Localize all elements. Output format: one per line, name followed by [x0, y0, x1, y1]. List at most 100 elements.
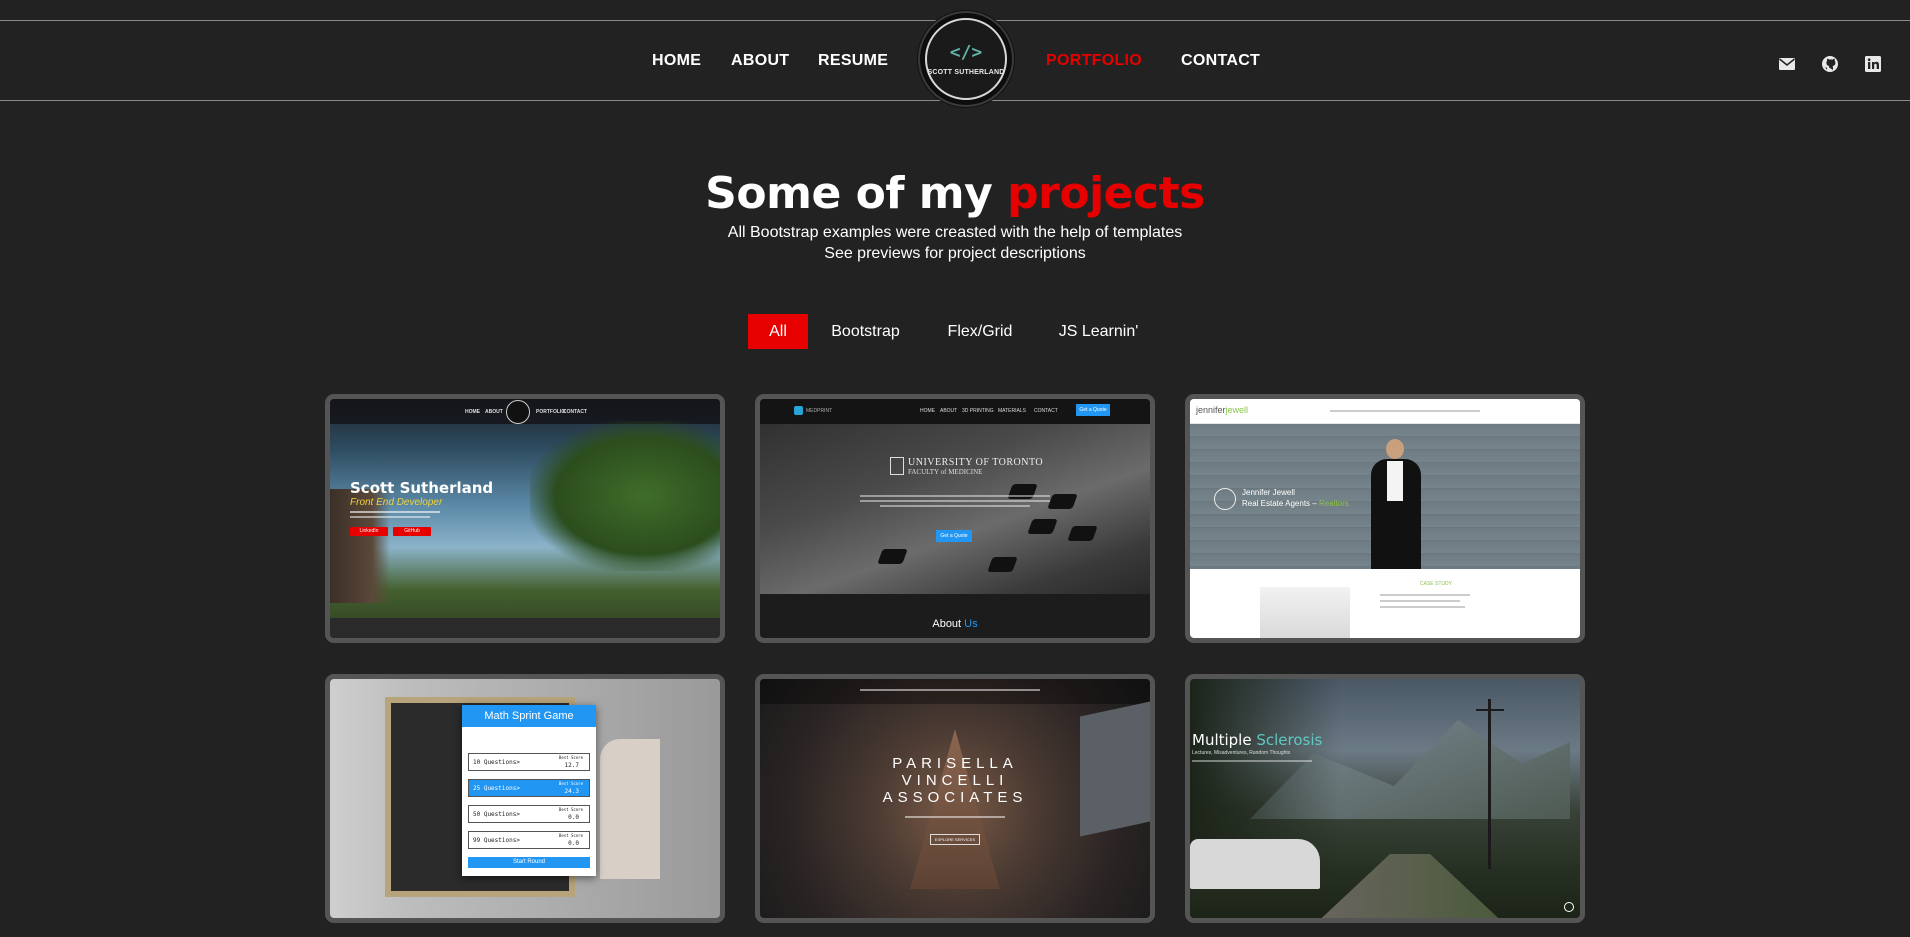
preview-nav-home: HOME [920, 408, 935, 414]
realtor-head-shape [1386, 439, 1404, 459]
keyboard-key-shape [1047, 494, 1078, 509]
title-prefix: Some of my [705, 168, 993, 219]
question-option: 25 Questions> Best Score 24.3 [468, 779, 590, 797]
start-round-button: Start Round [468, 857, 590, 868]
preview-text-line [880, 505, 1030, 507]
preview-navbar: jenniferjewell [1190, 399, 1580, 424]
preview-nav-about: ABOUT [940, 408, 958, 414]
power-pole-crossbar [1476, 709, 1504, 711]
preview-about-heading: About Us [760, 618, 1150, 630]
best-score-label: Best Score [558, 833, 583, 838]
title-accent: projects [1007, 168, 1205, 219]
keyboard-key-shape [1027, 519, 1058, 534]
nav-about[interactable]: ABOUT [731, 52, 789, 70]
best-score-value: 0.0 [568, 814, 579, 821]
pva-name-line-3: ASSOCIATES [882, 789, 1028, 806]
ms-subtitle: Lectures, Misadventures, Random Thoughts [1192, 750, 1291, 756]
pva-name: PARISELLA VINCELLI ASSOCIATES [760, 755, 1150, 806]
preview-brand: MEDPRINT [806, 408, 833, 414]
nav-portfolio[interactable]: PORTFOLIO [1046, 52, 1142, 70]
jj-monogram-icon [1214, 488, 1236, 510]
preview-nav-contact: CONTACT [1034, 408, 1058, 414]
preview-logo [506, 400, 530, 424]
pva-name-line-1: PARISELLA [892, 755, 1018, 772]
question-option: 10 Questions> Best Score 12.7 [468, 753, 590, 771]
linkedin-icon[interactable] [1864, 55, 1882, 73]
preview-nav-portfolio: PORTFOLIO [536, 409, 566, 415]
preview-github-button: GitHub [393, 527, 431, 536]
car-shape [1190, 839, 1320, 889]
preview-faculty: FACULTY of MEDICINE [908, 468, 983, 476]
best-score-label: Best Score [558, 807, 583, 812]
preview-about-section: About Us [760, 594, 1150, 638]
subtitle-line-1: All Bootstrap examples were creasted wit… [727, 224, 1183, 241]
subtitle-line-2: See previews for project descriptions [824, 245, 1086, 262]
preview-tagline: Real Estate Agents – Realtors [1242, 499, 1349, 508]
preview-text-line [350, 516, 430, 518]
brand-prefix: jennifer [1196, 405, 1226, 415]
project-card-medprint[interactable]: MEDPRINT HOME ABOUT 3D PRINTING MATERIAL… [755, 394, 1155, 643]
ms-title: Multiple Sclerosis [1192, 731, 1322, 749]
realtor-shirt-shape [1387, 461, 1403, 501]
logo-badge[interactable]: </> SCOTT SUTHERLAND [918, 11, 1014, 107]
keyboard-key-shape [1067, 526, 1098, 541]
game-window: Math Sprint Game 10 Questions> Best Score… [462, 705, 596, 876]
question-option-label: 10 Questions> [473, 759, 520, 766]
preview-navbar [760, 679, 1150, 704]
realtor-preview: jenniferjewell Jennifer Jewell Real Esta… [1190, 399, 1580, 638]
scroll-down-icon [1564, 902, 1574, 912]
student-shape [600, 739, 660, 879]
filter-bootstrap[interactable]: Bootstrap [818, 314, 913, 349]
logo-name: SCOTT SUTHERLAND [927, 68, 1005, 76]
preview-nav-about: ABOUT [485, 409, 503, 415]
preview-brand: jenniferjewell [1196, 405, 1248, 415]
preview-text-line [1380, 606, 1465, 608]
logo-circle: </> SCOTT SUTHERLAND [925, 18, 1007, 100]
best-score-value: 24.3 [564, 788, 579, 795]
pva-explore-button: EXPLORE SERVICES [930, 834, 980, 845]
page-title: Some of my projects [0, 168, 1910, 219]
project-card-portfolio[interactable]: HOME ABOUT PORTFOLIO CONTACT Scott Suthe… [325, 394, 725, 643]
preview-nav-3d-printing: 3D PRINTING [962, 408, 994, 414]
preview-text-line [1380, 594, 1470, 596]
pine-tree-shape [530, 421, 720, 571]
preview-nav-materials: MATERIALS [998, 408, 1026, 414]
filter-all[interactable]: All [748, 314, 808, 349]
keyboard-key-shape [987, 557, 1018, 572]
ms-title-prefix: Multiple [1192, 731, 1252, 749]
envelope-icon[interactable] [1778, 55, 1796, 73]
preview-navbar: MEDPRINT HOME ABOUT 3D PRINTING MATERIAL… [760, 399, 1150, 424]
filter-js-learnin[interactable]: JS Learnin' [1046, 314, 1151, 349]
preview-title: Scott Sutherland [350, 479, 494, 497]
keyboard-key-shape [877, 549, 908, 564]
preview-bottom-strip [330, 618, 720, 638]
tagline-accent: Realtors [1318, 499, 1349, 508]
brand-accent: jewell [1225, 405, 1249, 415]
question-option-label: 25 Questions> [473, 785, 520, 792]
best-score-value: 0.0 [568, 840, 579, 847]
question-option: 50 Questions> Best Score 0.0 [468, 805, 590, 823]
university-crest-icon [890, 457, 904, 475]
github-icon[interactable] [1821, 55, 1839, 73]
project-card-math-sprint[interactable]: Math Sprint Game 10 Questions> Best Score… [325, 674, 725, 923]
preview-quote-button: Get a Quote [1076, 404, 1110, 416]
best-score-value: 12.7 [564, 762, 579, 769]
project-card-multiple-sclerosis[interactable]: Multiple Sclerosis Lectures, Misadventur… [1185, 674, 1585, 923]
filter-flex-grid[interactable]: Flex/Grid [930, 314, 1030, 349]
best-score-label: Best Score [558, 781, 583, 786]
preview-university: UNIVERSITY OF TORONTO [908, 457, 1044, 468]
ms-title-accent: Sclerosis [1256, 731, 1323, 749]
nav-home[interactable]: HOME [652, 52, 701, 70]
preview-text-line [905, 816, 1005, 818]
road-shape [1310, 854, 1510, 918]
pva-preview: PARISELLA VINCELLI ASSOCIATES EXPLORE SE… [760, 679, 1150, 918]
preview-nav-links [1330, 410, 1480, 412]
nav-resume[interactable]: RESUME [818, 52, 888, 70]
project-card-jennifer-jewell[interactable]: jenniferjewell Jennifer Jewell Real Esta… [1185, 394, 1585, 643]
nav-contact[interactable]: CONTACT [1181, 52, 1260, 70]
preview-text-line [1192, 760, 1312, 762]
ms-blog-preview: Multiple Sclerosis Lectures, Misadventur… [1190, 679, 1580, 918]
question-option-label: 50 Questions> [473, 811, 520, 818]
project-card-pva[interactable]: PARISELLA VINCELLI ASSOCIATES EXPLORE SE… [755, 674, 1155, 923]
preview-text-line [350, 511, 440, 513]
